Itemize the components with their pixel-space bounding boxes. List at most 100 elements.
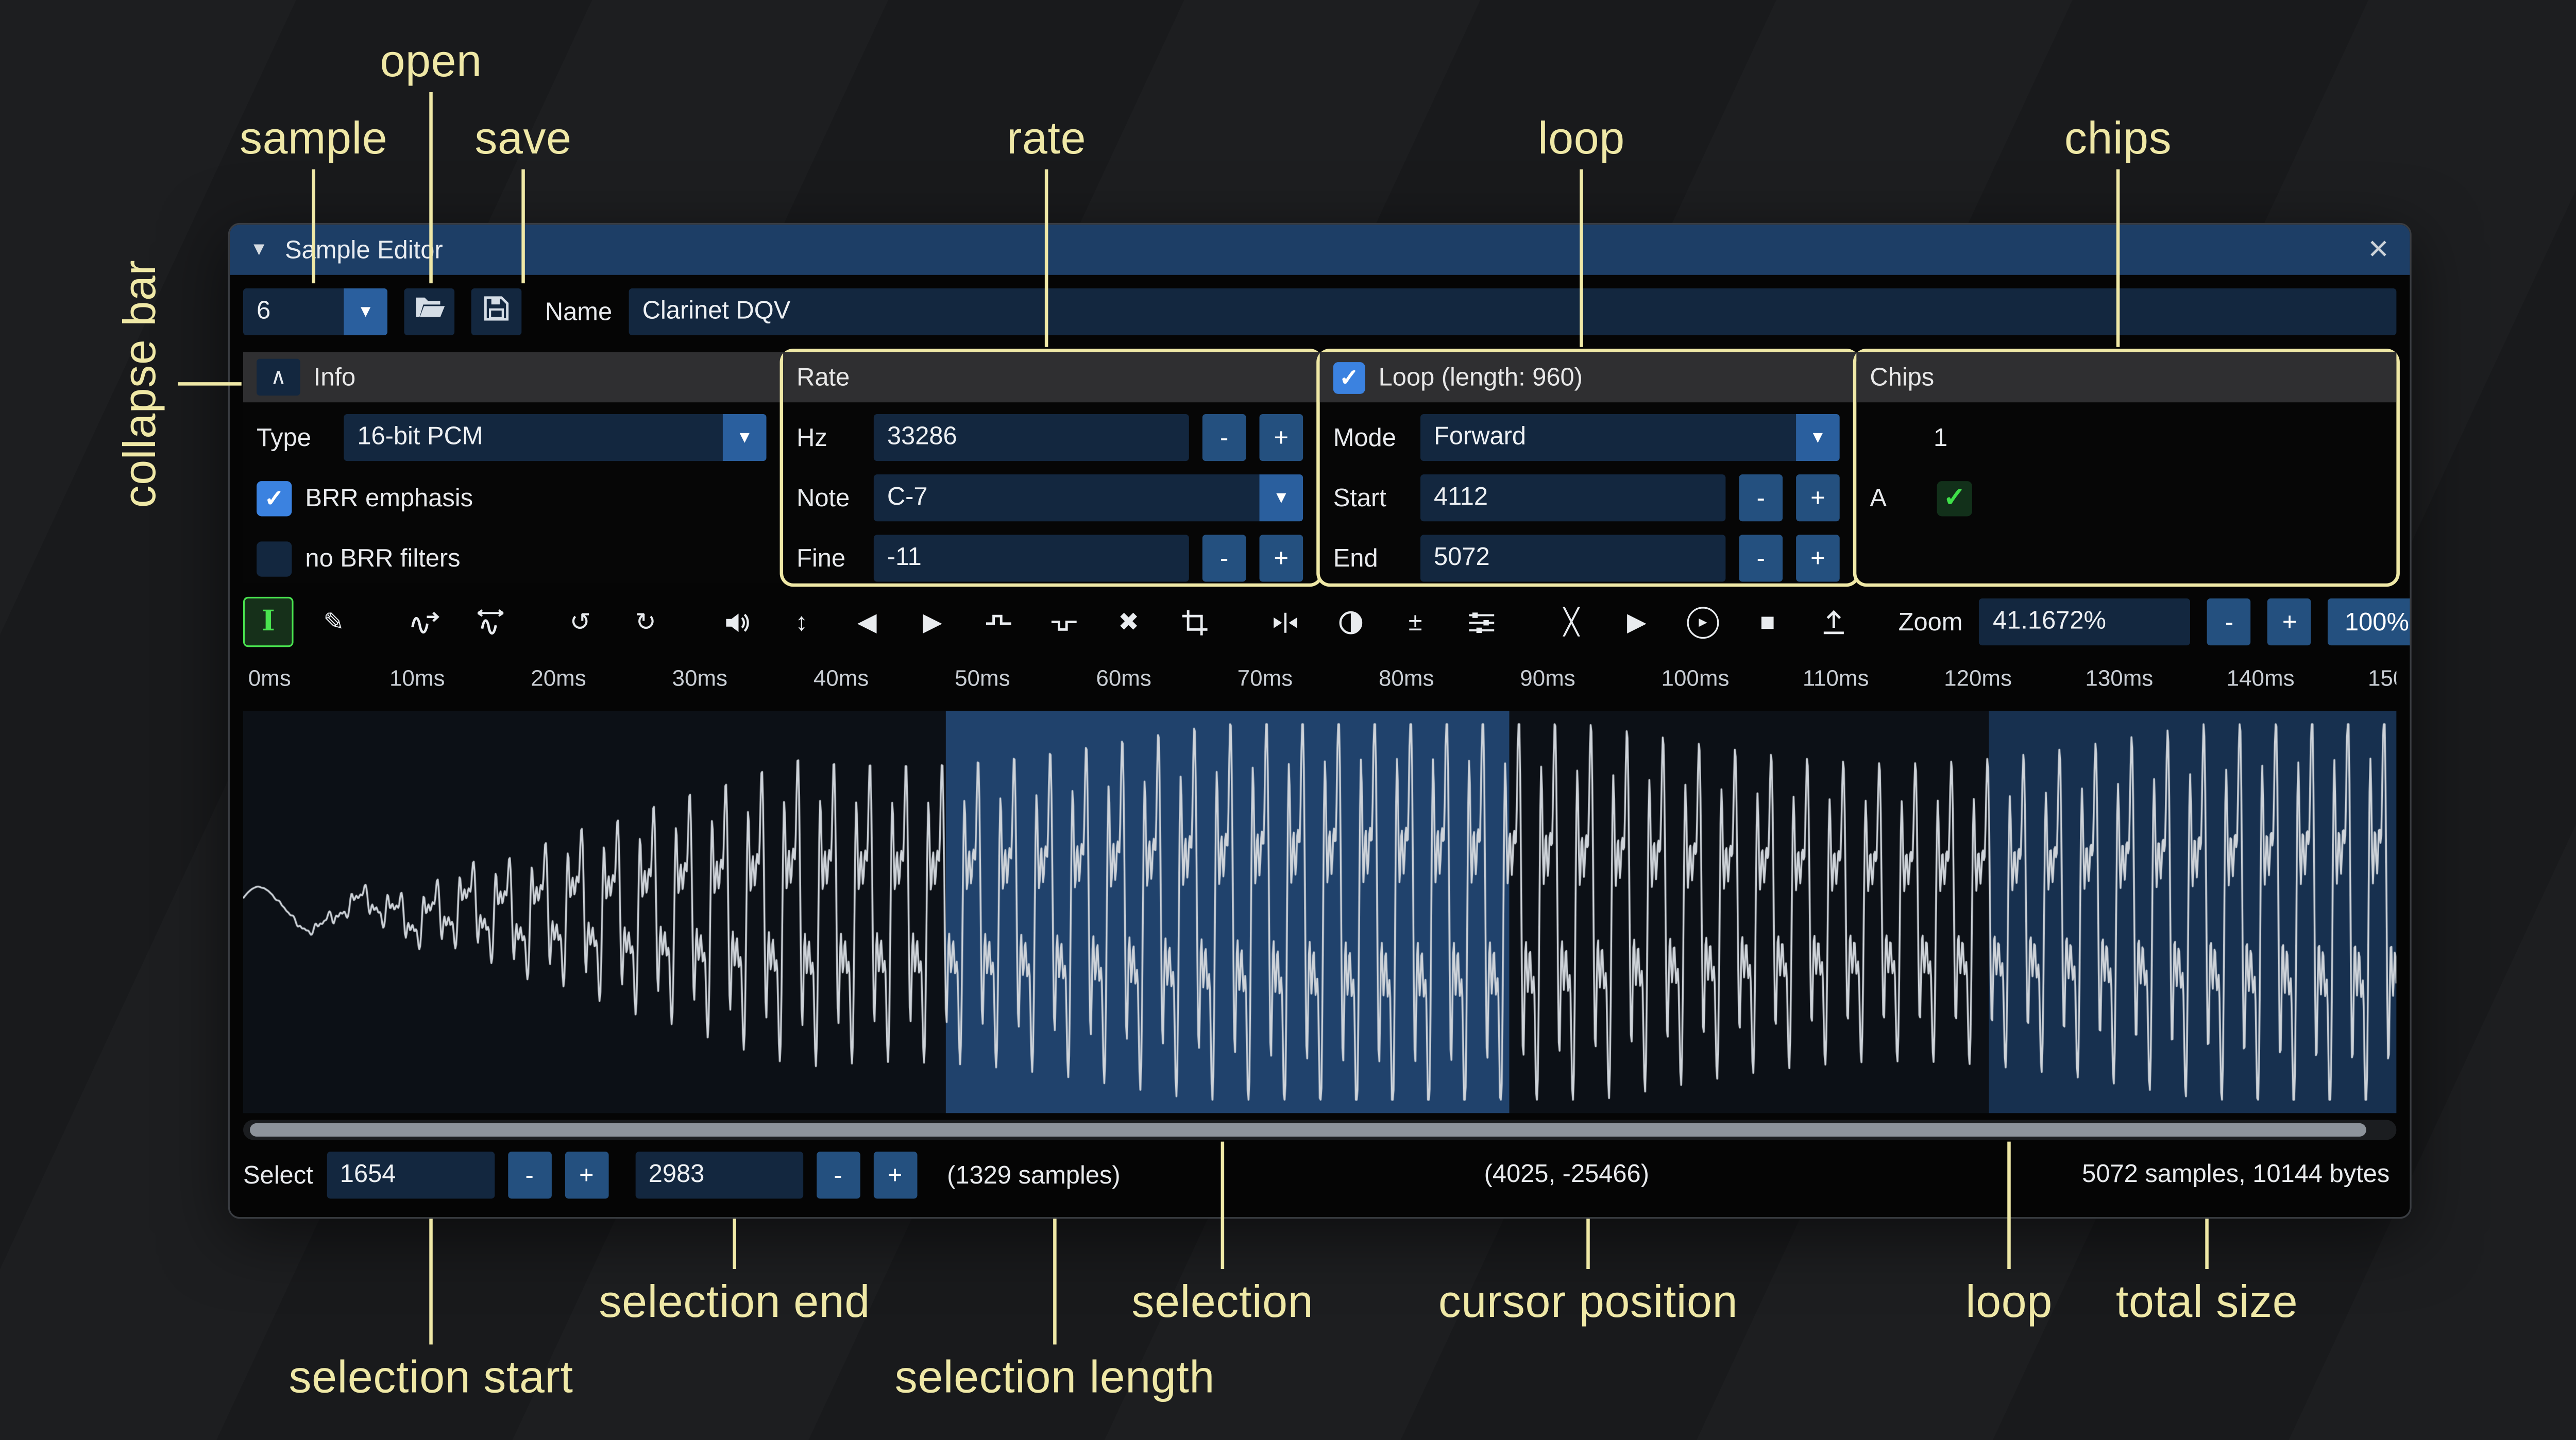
chevron-down-icon: ▼ (1796, 414, 1840, 461)
loop-checkbox[interactable]: ✓ (1333, 361, 1365, 393)
check-icon: ✓ (1340, 363, 1359, 391)
toolbar-group: ╳ ▶ ▸ ■ (1546, 597, 1858, 647)
undo-button[interactable]: ↺ (555, 597, 605, 647)
loop-end-label: End (1333, 544, 1407, 572)
chip-a-checkbox[interactable]: ✓ (1937, 481, 1972, 516)
titlebar[interactable]: ▼ Sample Editor ✕ (230, 225, 2410, 275)
apply-silence-button[interactable] (1038, 597, 1089, 647)
selection-start-minus-button[interactable]: - (507, 1152, 551, 1198)
invert-icon (1336, 608, 1364, 636)
loop-start-input[interactable]: 4112 (1420, 474, 1725, 521)
zoom-out-button[interactable]: - (2208, 598, 2251, 645)
waveform-view[interactable] (243, 711, 2396, 1113)
annotation-selection: selection (1132, 1277, 1314, 1329)
edit-mode-button[interactable]: I (243, 597, 294, 647)
window-collapse-icon[interactable]: ▼ (250, 239, 268, 260)
resample-button[interactable] (465, 597, 515, 647)
ruler-label: 20ms (531, 665, 586, 691)
status-bar: Select 1654 - + 2983 - + (1329 samples) … (243, 1150, 2396, 1201)
fine-plus-button[interactable]: + (1260, 535, 1303, 581)
fade-out-button[interactable]: ▶ (907, 597, 958, 647)
ruler-label: 10ms (389, 665, 445, 691)
timeline-ruler[interactable]: 0ms10ms20ms30ms40ms50ms60ms70ms80ms90ms1… (243, 660, 2396, 700)
invert-button[interactable] (1325, 597, 1375, 647)
loop-end-input[interactable]: 5072 (1420, 535, 1725, 581)
annotation-line-rate (1045, 169, 1048, 347)
info-header: Info (314, 363, 355, 391)
crossfade-button[interactable]: ╳ (1546, 597, 1597, 647)
loop-mode-select[interactable]: Forward ▼ (1420, 414, 1840, 461)
apply-silence-icon (1049, 608, 1077, 636)
brr-emphasis-checkbox[interactable]: ✓ (257, 481, 292, 516)
filter-button[interactable] (1455, 597, 1506, 647)
stop-icon: ■ (1760, 608, 1775, 636)
redo-icon: ↻ (635, 607, 656, 637)
type-value: 16-bit PCM (344, 414, 723, 461)
stop-button[interactable]: ■ (1742, 597, 1793, 647)
sign-invert-button[interactable]: ± (1390, 597, 1440, 647)
ruler-label: 140ms (2227, 665, 2295, 691)
annotation-chips: chips (2064, 113, 2172, 165)
rate-header: Rate (796, 363, 850, 391)
sample-index-select[interactable]: 6 ▼ (243, 288, 387, 335)
waveform-canvas[interactable] (243, 711, 2396, 1113)
annotation-line-save (521, 169, 525, 283)
no-brr-filters-checkbox[interactable] (257, 541, 292, 576)
draw-button[interactable]: ✎ (309, 597, 359, 647)
annotation-selection-length: selection length (895, 1352, 1215, 1404)
preview-loop-button[interactable]: ▸ (1677, 597, 1727, 647)
edit-mode-icon: I (262, 605, 275, 639)
annotation-line-sample (312, 169, 315, 283)
zoom-reset-button[interactable]: 100% (2328, 598, 2412, 645)
resize-button[interactable] (399, 597, 450, 647)
horizontal-scrollbar[interactable] (243, 1120, 2396, 1140)
scrollbar-thumb[interactable] (250, 1123, 2366, 1137)
type-select[interactable]: 16-bit PCM ▼ (344, 414, 766, 461)
selection-end-plus-button[interactable]: + (873, 1152, 917, 1198)
fade-in-button[interactable]: ◀ (842, 597, 892, 647)
redo-button[interactable]: ↻ (620, 597, 671, 647)
insert-silence-button[interactable] (973, 597, 1023, 647)
selection-start-plus-button[interactable]: + (565, 1152, 608, 1198)
loop-start-label: Start (1333, 484, 1407, 512)
hz-input[interactable]: 33286 (874, 414, 1189, 461)
name-input[interactable]: Clarinet DQV (629, 288, 2397, 335)
preview-button[interactable]: ▶ (1612, 597, 1662, 647)
ruler-label: 40ms (814, 665, 869, 691)
normalize-button[interactable]: ↕ (776, 597, 827, 647)
loop-end-plus-button[interactable]: + (1796, 535, 1840, 581)
reverse-button[interactable] (1260, 597, 1310, 647)
rate-panel: Rate Hz 33286 - + Note C-7 ▼ Fine -11 (783, 352, 1320, 584)
copy-to-wavetable-button[interactable] (1808, 597, 1858, 647)
zoom-in-button[interactable]: + (2268, 598, 2312, 645)
delete-button[interactable]: ✖ (1104, 597, 1154, 647)
copy-to-wavetable-icon (1819, 608, 1847, 636)
ruler-label: 90ms (1520, 665, 1575, 691)
save-button[interactable] (471, 288, 522, 335)
loop-start-minus-button[interactable]: - (1739, 474, 1783, 521)
zoom-input[interactable]: 41.1672% (1979, 598, 2191, 645)
loop-end-minus-button[interactable]: - (1739, 535, 1783, 581)
selection-end-minus-button[interactable]: - (816, 1152, 860, 1198)
annotation-line-selection-end (733, 1219, 736, 1269)
fine-input[interactable]: -11 (874, 535, 1189, 581)
check-icon: ✓ (264, 484, 284, 512)
selection-start-input[interactable]: 1654 (327, 1152, 495, 1198)
note-select[interactable]: C-7 ▼ (874, 474, 1303, 521)
trim-button[interactable] (1169, 597, 1219, 647)
chevron-up-icon: ∧ (270, 364, 286, 390)
close-icon[interactable]: ✕ (2367, 233, 2390, 266)
open-button[interactable] (404, 288, 454, 335)
loop-start-plus-button[interactable]: + (1796, 474, 1840, 521)
collapse-bar-button[interactable]: ∧ (257, 359, 300, 396)
annotation-total-size: total size (2116, 1277, 2298, 1329)
window-title: Sample Editor (285, 235, 443, 264)
hz-minus-button[interactable]: - (1202, 414, 1246, 461)
selection-end-input[interactable]: 2983 (635, 1152, 803, 1198)
reverse-icon (1270, 608, 1299, 636)
amplify-button[interactable] (711, 597, 761, 647)
hz-label: Hz (796, 423, 860, 452)
loop-header: Loop (length: 960) (1379, 363, 1583, 391)
fine-minus-button[interactable]: - (1202, 535, 1246, 581)
hz-plus-button[interactable]: + (1260, 414, 1303, 461)
